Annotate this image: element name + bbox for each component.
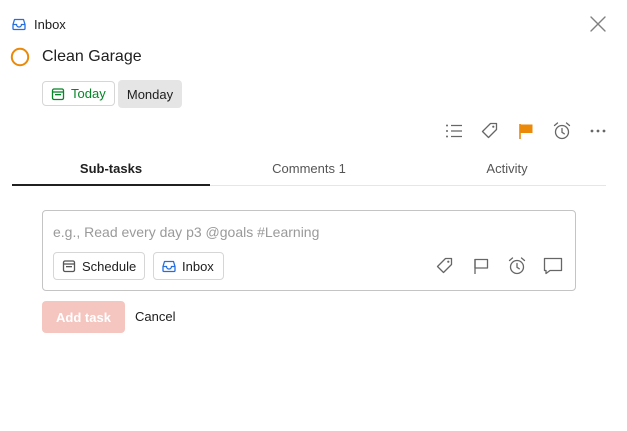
alarm-icon[interactable] bbox=[506, 256, 528, 276]
calendar-icon bbox=[51, 87, 65, 101]
project-select-button[interactable]: Inbox bbox=[153, 252, 224, 280]
more-icon[interactable] bbox=[586, 120, 610, 142]
flag-icon[interactable] bbox=[514, 120, 538, 142]
active-tab-indicator bbox=[12, 184, 210, 186]
alarm-icon[interactable] bbox=[550, 120, 574, 142]
tab-comments[interactable]: Comments 1 bbox=[210, 161, 408, 179]
breadcrumb-label: Inbox bbox=[34, 16, 66, 32]
due-date-label: Today bbox=[71, 86, 106, 101]
flag-icon[interactable] bbox=[470, 256, 492, 276]
inbox-icon bbox=[12, 17, 26, 31]
cancel-button[interactable]: Cancel bbox=[135, 308, 175, 326]
due-date-today-chip[interactable]: Today bbox=[42, 81, 115, 106]
task-complete-checkbox[interactable] bbox=[10, 47, 30, 67]
task-title[interactable]: Clean Garage bbox=[42, 46, 142, 68]
subtasks-list-icon[interactable] bbox=[442, 120, 466, 142]
comment-icon[interactable] bbox=[542, 256, 564, 276]
subtask-name-input[interactable] bbox=[53, 222, 553, 242]
date-chip-monday[interactable]: Monday bbox=[118, 80, 182, 108]
schedule-button[interactable]: Schedule bbox=[53, 252, 145, 280]
calendar-icon bbox=[62, 259, 76, 273]
tag-icon[interactable] bbox=[478, 120, 502, 142]
inbox-icon bbox=[162, 259, 176, 273]
breadcrumb-inbox[interactable]: Inbox bbox=[12, 15, 66, 33]
close-icon[interactable] bbox=[588, 14, 608, 34]
schedule-label: Schedule bbox=[82, 258, 137, 274]
tab-activity[interactable]: Activity bbox=[408, 161, 606, 179]
tag-icon[interactable] bbox=[434, 256, 456, 276]
tab-sub-tasks[interactable]: Sub-tasks bbox=[12, 161, 210, 179]
add-task-button[interactable]: Add task bbox=[42, 301, 125, 333]
project-label: Inbox bbox=[182, 258, 214, 274]
